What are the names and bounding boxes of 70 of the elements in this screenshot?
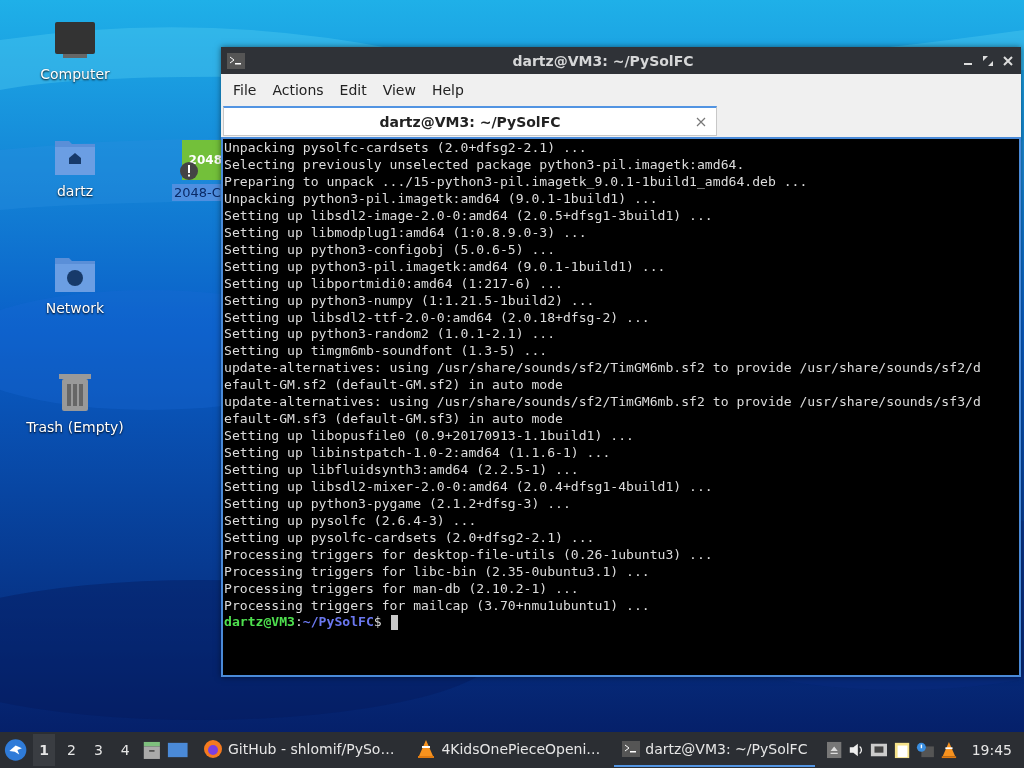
monitor-icon[interactable] (53, 20, 97, 60)
terminal-line: Setting up libsdl2-mixer-2.0-0:amd64 (2.0.4+dfsg1-4build1) ... (224, 479, 714, 496)
terminal-line: Processing triggers for mailcap (3.70+nmu1ubuntu1) ... (224, 597, 651, 615)
text-cursor (390, 614, 398, 630)
workspace-button[interactable]: 1 (33, 734, 55, 766)
browser-icon (202, 739, 223, 759)
window-title: dartz@VM3: ~/PySolFC (511, 52, 695, 69)
terminal-tab[interactable]: dartz@VM3: ~/PySolFC (223, 106, 717, 136)
maximize-icon[interactable] (981, 53, 995, 68)
icon-label[interactable]: Trash (Empty) (26, 419, 124, 435)
clock[interactable]: 19:45 (963, 742, 1020, 758)
terminal-line: Setting up libportmidi0:amd64 (1:217-6) ... (224, 275, 564, 293)
warning-icon (180, 162, 198, 180)
terminal-line: Processing triggers for libc-bin (2.35-0ubuntu3.1) ... (224, 563, 651, 581)
terminal-line: Setting up python3-random2 (1.0.1-2.1) ... (224, 326, 557, 344)
network-port-icon[interactable] (869, 742, 888, 758)
terminal-line: Selecting previously unselected package python3-pil.imagetk:amd64. (224, 156, 746, 174)
prompt-user: dartz@VM3 (224, 613, 295, 631)
terminal-line: efault-GM.sf3 (default-GM.sf3) in auto mode (224, 411, 564, 429)
menu-item[interactable]: File (225, 82, 265, 98)
terminal-icon (227, 52, 245, 69)
menu-item[interactable]: View (374, 82, 424, 98)
menu-item[interactable]: Edit (331, 82, 375, 98)
traffic-cone-icon (939, 740, 958, 760)
terminal-line: Preparing to unpack .../15-python3-pil.imagetk_9.0.1-1build1_amd64.deb ... (224, 173, 809, 191)
icon-label[interactable]: dartz (56, 183, 94, 199)
terminal-line: Setting up libfluidsynth3:amd64 (2.2.5-1) ... (224, 462, 580, 480)
terminal-line: Setting up python3-pil.imagetk:amd64 (9.0.1-1build1) ... (224, 258, 667, 276)
terminal-line: update-alternatives: using /usr/share/sounds/sf2/TimGM6mb.sf2 to provide /usr/share/sounds/sf3/d (224, 394, 982, 412)
terminal-line: Setting up pysolfc (2.6.4-3) ... (224, 512, 478, 530)
terminal-line: Setting up libinstpatch-1.0-2:amd64 (1.1.6-1) ... (224, 445, 612, 463)
notification-icon[interactable] (915, 741, 934, 759)
traffic-cone-icon (416, 739, 437, 759)
task-button[interactable]: GitHub - shlomif/PySo… (194, 733, 403, 767)
terminal-line: Processing triggers for man-db (2.10.2-1) ... (224, 580, 580, 598)
terminal-line: Setting up python3-pygame (2.1.2+dfsg-3) ... (224, 496, 572, 513)
task-button[interactable]: 4KidsOnePieceOpeni… (408, 733, 609, 767)
terminal-line: Setting up python3-numpy (1:1.21.5-1build2) ... (224, 292, 596, 310)
workspace-button[interactable]: 3 (87, 734, 109, 766)
terminal-line: Setting up pysolfc-cardsets (2.0+dfsg2-2.1) ... (224, 529, 596, 547)
desktop-icon[interactable] (167, 740, 189, 760)
prompt-separator: : (294, 613, 303, 631)
terminal-icon (622, 741, 641, 757)
terminal-line: Processing triggers for desktop-file-utils (0.26-1ubuntu3) ... (224, 546, 714, 564)
icon-label[interactable]: 2048-C (172, 184, 223, 201)
terminal-line: Setting up libsdl2-image-2.0-0:amd64 (2.0.5+dfsg1-3build1) ... (224, 207, 714, 225)
terminal-line: efault-GM.sf2 (default-GM.sf2) in auto mode (224, 377, 564, 395)
terminal-line: update-alternatives: using /usr/share/sounds/sf2/TimGM6mb.sf2 to provide /usr/share/sounds/sf2/d (224, 360, 982, 378)
terminal-line: Unpacking pysolfc-cardsets (2.0+dfsg2-2.1) ... (224, 140, 588, 157)
close-icon[interactable] (696, 117, 706, 127)
terminal-line: Setting up libsdl2-ttf-2.0-0:amd64 (2.0.18+dfsg-2) ... (224, 309, 651, 327)
terminal-line: Setting up libopusfile0 (0.9+20170913-1.1build1) ... (224, 428, 635, 446)
speaker-icon[interactable] (847, 741, 864, 759)
terminal-line: Unpacking python3-pil.imagetk:amd64 (9.0.1-1build1) ... (224, 190, 659, 208)
close-icon[interactable] (1001, 53, 1015, 68)
task-button[interactable]: dartz@VM3: ~/PySolFC (614, 733, 816, 767)
terminal-line: Setting up python3-configobj (5.0.6-5) ... (224, 241, 557, 259)
menu-item[interactable]: Actions (264, 82, 332, 98)
file-cabinet-icon[interactable] (141, 739, 162, 761)
eject-icon[interactable] (827, 741, 842, 759)
workspace-button[interactable]: 4 (114, 734, 136, 766)
workspace-button[interactable]: 2 (61, 734, 82, 766)
prompt-symbol: $ (373, 613, 382, 631)
terminal-line: Setting up timgm6mb-soundfont (1.3-5) ... (224, 343, 549, 361)
menu-item[interactable]: Help (423, 82, 472, 98)
bird-logo-icon[interactable] (4, 737, 28, 763)
terminal-line: Setting up libmodplug1:amd64 (1:0.8.9.0-3) ... (224, 224, 588, 242)
clipboard-icon[interactable] (893, 740, 910, 760)
prompt-path: ~/PySolFC (302, 613, 374, 631)
icon-label[interactable]: Network (45, 300, 105, 316)
